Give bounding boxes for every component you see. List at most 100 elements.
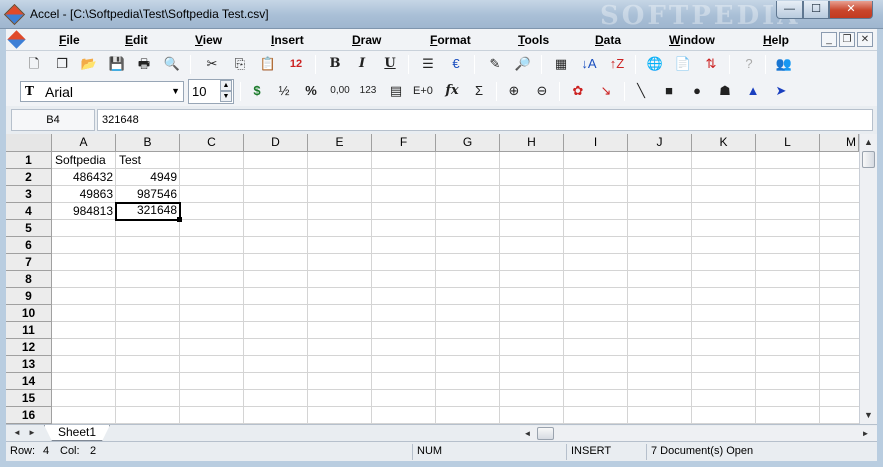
menu-help[interactable]: Help (763, 33, 789, 47)
sheet-tab[interactable]: Sheet1 (44, 425, 110, 441)
row-header[interactable]: 2 (6, 169, 52, 186)
save-icon[interactable]: 💾 (107, 54, 127, 74)
document-menu-icon[interactable] (7, 30, 26, 49)
menu-insert[interactable]: Insert (271, 33, 304, 47)
menu-file[interactable]: File (59, 33, 80, 47)
cell-b2[interactable]: 4949 (117, 169, 179, 186)
formula-input[interactable]: 321648 (97, 109, 873, 131)
table-icon[interactable]: ▦ (551, 54, 571, 74)
draw-line-icon[interactable]: ╲ (631, 81, 651, 101)
scroll-up-icon[interactable]: ▲ (860, 134, 877, 150)
number-format-button[interactable]: 123 (356, 81, 380, 101)
scroll-left-icon[interactable]: ◄ (520, 426, 535, 441)
open-folder-icon[interactable]: 📂 (79, 54, 99, 74)
globe-icon[interactable]: 🌐 (645, 54, 665, 74)
find-icon[interactable]: 🔎 (513, 54, 533, 74)
column-header[interactable]: E (308, 134, 372, 152)
row-header[interactable]: 15 (6, 390, 52, 407)
row-header[interactable]: 16 (6, 407, 52, 424)
row-header[interactable]: 9 (6, 288, 52, 305)
row-header[interactable]: 6 (6, 237, 52, 254)
color-palette-icon[interactable]: ✿ (568, 81, 588, 101)
cell-b4-selected[interactable]: 321648 (115, 202, 181, 221)
vertical-scrollbar[interactable]: ▲ ▼ (859, 134, 877, 424)
horizontal-scrollbar[interactable]: ◄ ► (520, 426, 877, 441)
minimize-button[interactable]: — (776, 1, 803, 19)
row-header[interactable]: 5 (6, 220, 52, 237)
cell-a2[interactable]: 486432 (53, 169, 115, 186)
euro-icon[interactable]: € (446, 54, 466, 74)
column-header[interactable]: A (52, 134, 116, 152)
column-header[interactable]: K (692, 134, 756, 152)
draw-ellipse-icon[interactable]: ● (687, 81, 707, 101)
close-button[interactable]: ✕ (829, 1, 873, 19)
app-logo-icon[interactable] (3, 3, 26, 26)
column-header[interactable]: G (436, 134, 500, 152)
spin-up-icon[interactable]: ▲ (220, 80, 232, 91)
clipboard-icon[interactable]: 📄 (673, 54, 693, 74)
row-header[interactable]: 8 (6, 271, 52, 288)
line-color-icon[interactable]: ↘ (596, 81, 616, 101)
mdi-minimize-button[interactable]: _ (821, 32, 837, 47)
column-header[interactable]: J (628, 134, 692, 152)
cell-b1[interactable]: Test (117, 152, 179, 169)
column-header[interactable]: M (820, 134, 859, 152)
spreadsheet-grid[interactable]: A B C D E F G H I J K L M 1 2 3 4 5 6 7 … (6, 134, 877, 424)
draw-rectangle-icon[interactable]: ■ (659, 81, 679, 101)
menu-draw[interactable]: Draw (352, 33, 381, 47)
horizontal-scroll-thumb[interactable] (537, 427, 554, 440)
column-header[interactable]: H (500, 134, 564, 152)
scientific-format-button[interactable]: E+0 (412, 81, 434, 101)
vertical-scroll-thumb[interactable] (862, 151, 875, 168)
underline-button[interactable]: U (380, 54, 400, 74)
bold-button[interactable]: B (325, 54, 345, 74)
menu-tools[interactable]: Tools (518, 33, 549, 47)
fill-handle[interactable] (177, 217, 182, 222)
function-button[interactable]: fx (442, 81, 462, 101)
font-select[interactable]: T Arial ▼ (20, 81, 184, 102)
calculator-icon[interactable]: ▤ (386, 81, 406, 101)
spin-down-icon[interactable]: ▼ (220, 91, 232, 102)
cell-b3[interactable]: 987546 (117, 186, 179, 203)
paste-icon[interactable]: 📋 (258, 54, 278, 74)
chart-wizard-icon[interactable]: ✎ (485, 54, 505, 74)
sort-descending-icon[interactable]: ↑Z (607, 54, 627, 74)
column-header[interactable]: C (180, 134, 244, 152)
sort-ascending-icon[interactable]: ↓A (579, 54, 599, 74)
print-preview-icon[interactable]: 🔍 (162, 54, 182, 74)
currency-format-icon[interactable]: $ (247, 81, 267, 101)
row-header[interactable]: 12 (6, 339, 52, 356)
decimal-format-button[interactable]: 0,00 (327, 81, 353, 101)
scroll-right-icon[interactable]: ► (858, 426, 873, 441)
tab-next-icon[interactable]: ► (25, 426, 39, 440)
calendar-icon[interactable]: 12 (286, 54, 306, 74)
cut-icon[interactable]: ✂ (202, 54, 222, 74)
menu-edit[interactable]: Edit (125, 33, 148, 47)
help-icon[interactable]: ? (739, 54, 759, 74)
draw-polygon-icon[interactable]: ☗ (715, 81, 735, 101)
cell-reference-box[interactable]: B4 (11, 109, 95, 131)
row-header[interactable]: 7 (6, 254, 52, 271)
column-header[interactable]: I (564, 134, 628, 152)
mdi-restore-button[interactable]: ❐ (839, 32, 855, 47)
chart-icon[interactable]: ⇅ (701, 54, 721, 74)
users-icon[interactable]: 👥 (774, 54, 794, 74)
sum-button[interactable]: Σ (469, 81, 489, 101)
row-header[interactable]: 11 (6, 322, 52, 339)
chevron-down-icon[interactable]: ▼ (171, 86, 180, 96)
fraction-format-button[interactable]: ½ (274, 81, 294, 101)
arrow-icon[interactable]: ➤ (771, 81, 791, 101)
row-header[interactable]: 1 (6, 152, 52, 169)
new-document-icon[interactable]: 🗋 (24, 54, 44, 74)
pointer-icon[interactable]: ▲ (743, 81, 763, 101)
row-header[interactable]: 3 (6, 186, 52, 203)
copy-documents-icon[interactable]: ❐ (52, 54, 72, 74)
select-all-corner[interactable] (6, 134, 52, 152)
cell-a4[interactable]: 984813 (53, 203, 115, 220)
copy-icon[interactable]: ⎘ (230, 54, 250, 74)
column-header[interactable]: F (372, 134, 436, 152)
column-header[interactable]: D (244, 134, 308, 152)
row-header[interactable]: 14 (6, 373, 52, 390)
column-header[interactable]: L (756, 134, 820, 152)
scroll-down-icon[interactable]: ▼ (860, 407, 877, 423)
